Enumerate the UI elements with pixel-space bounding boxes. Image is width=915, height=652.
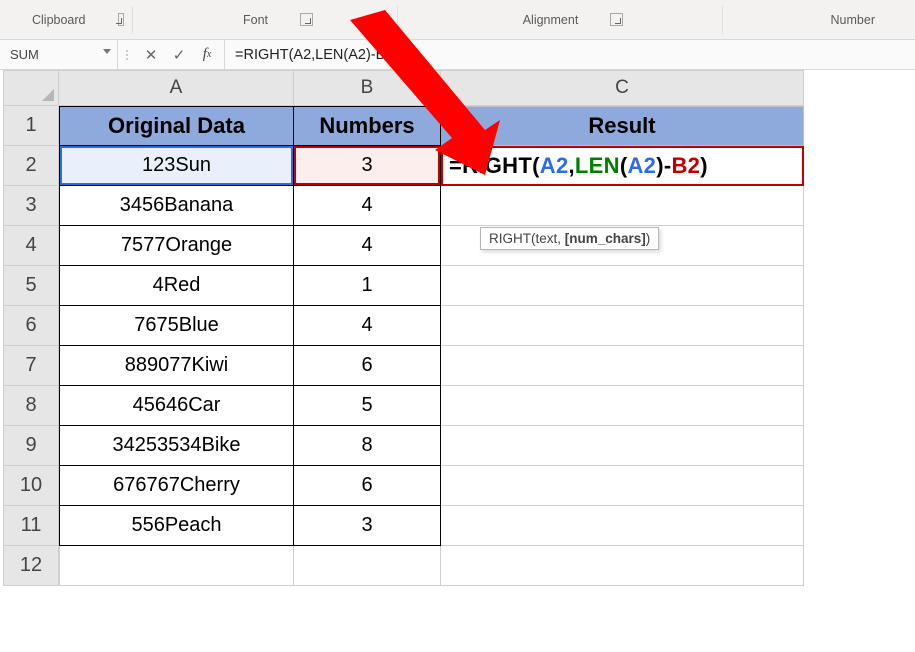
row-header[interactable]: 5 [3,266,59,306]
tok-paren: ) [656,153,664,179]
enter-icon[interactable]: ✓ [170,46,188,64]
col-header-A[interactable]: A [59,70,294,106]
tok-paren: ( [532,153,540,179]
row-header[interactable]: 1 [3,106,59,146]
cell-B2[interactable]: 3 [294,146,441,186]
cell-C2-editing[interactable]: =RIGHT(A2,LEN(A2)-B2) [441,146,804,186]
row-header[interactable]: 12 [3,546,59,586]
separator [722,6,723,34]
fx-icon[interactable]: fx [198,46,216,64]
row-header[interactable]: 7 [3,346,59,386]
cell[interactable]: 8 [294,426,441,466]
row-header[interactable]: 4 [3,226,59,266]
column-headers: A B C [3,70,915,106]
function-tooltip: RIGHT(text, [num_chars]) [480,227,659,250]
spreadsheet-grid: A B C 1 2 3 4 5 6 7 8 9 10 11 12 Origina… [0,70,915,106]
ribbon-group-alignment: Alignment [497,13,605,27]
header-cell-B[interactable]: Numbers [294,106,441,146]
name-box-value: SUM [10,47,39,62]
ribbon-group-font: Font [217,13,294,27]
tok-a2b: A2 [627,153,656,179]
header-cell-C[interactable]: Result [441,106,804,146]
cell[interactable]: 34253534Bike [59,426,294,466]
cell[interactable]: 889077Kiwi [59,346,294,386]
tok-b2: B2 [671,153,700,179]
cells-area[interactable]: Original Data Numbers Result 123Sun 3 =R… [59,106,804,586]
cell[interactable] [441,426,804,466]
select-all-corner[interactable] [3,70,59,106]
drag-handle-icon[interactable] [126,50,132,60]
tooltip-fn: RIGHT [489,231,531,246]
cell[interactable] [441,306,804,346]
ribbon: Clipboard Font Alignment Number [0,0,915,40]
row-header[interactable]: 11 [3,506,59,546]
tok-eq: = [449,153,462,179]
cell[interactable]: 3 [294,506,441,546]
cell[interactable] [441,346,804,386]
cell[interactable] [294,546,441,586]
cell[interactable]: 4 [294,226,441,266]
formula-bar-buttons: ✕ ✓ fx [118,40,225,69]
dialog-launcher-icon[interactable] [610,13,623,26]
row-header[interactable]: 9 [3,426,59,466]
dialog-launcher-icon[interactable] [300,13,313,26]
cell[interactable]: 6 [294,346,441,386]
cell[interactable]: 556Peach [59,506,294,546]
cell[interactable]: 4 [294,306,441,346]
tok-right: RIGHT [462,153,532,179]
tok-minus: - [664,153,672,179]
row-header[interactable]: 6 [3,306,59,346]
cell[interactable]: 7675Blue [59,306,294,346]
separator [132,6,133,34]
cell[interactable] [441,546,804,586]
cell[interactable]: 4 [294,186,441,226]
separator [397,6,398,34]
cell[interactable]: 4Red [59,266,294,306]
ribbon-group-clipboard: Clipboard [6,13,112,27]
cell[interactable]: 1 [294,266,441,306]
formula-bar-text: =RIGHT(A2,LEN(A2)-B2) [235,47,398,63]
formula-bar-input[interactable]: =RIGHT(A2,LEN(A2)-B2) [225,40,915,69]
cell[interactable]: 45646Car [59,386,294,426]
ribbon-group-number: Number [805,13,901,27]
chevron-down-icon[interactable] [103,49,111,54]
row-header[interactable]: 10 [3,466,59,506]
row-header[interactable]: 2 [3,146,59,186]
cell[interactable] [441,266,804,306]
cell[interactable]: 7577Orange [59,226,294,266]
cell-A2[interactable]: 123Sun [59,146,294,186]
col-header-B[interactable]: B [294,70,441,106]
tok-paren: ) [700,153,708,179]
header-cell-A[interactable]: Original Data [59,106,294,146]
cell[interactable]: 676767Cherry [59,466,294,506]
cell[interactable] [441,186,804,226]
cell[interactable] [441,386,804,426]
tooltip-args: (text, [num_chars]) [531,231,650,246]
row-header[interactable]: 3 [3,186,59,226]
name-box[interactable]: SUM [0,40,118,69]
cell[interactable]: 5 [294,386,441,426]
col-header-C[interactable]: C [441,70,804,106]
cell[interactable] [441,506,804,546]
row-header[interactable]: 8 [3,386,59,426]
row-headers: 1 2 3 4 5 6 7 8 9 10 11 12 [3,106,59,586]
cell[interactable]: 6 [294,466,441,506]
cell[interactable] [59,546,294,586]
tok-paren: ( [620,153,628,179]
cell[interactable] [441,466,804,506]
cancel-icon[interactable]: ✕ [142,46,160,64]
formula-bar-row: SUM ✕ ✓ fx =RIGHT(A2,LEN(A2)-B2) [0,40,915,70]
tok-len: LEN [575,153,620,179]
cell[interactable]: 3456Banana [59,186,294,226]
tok-a2: A2 [540,153,569,179]
dialog-launcher-icon[interactable] [118,13,124,26]
